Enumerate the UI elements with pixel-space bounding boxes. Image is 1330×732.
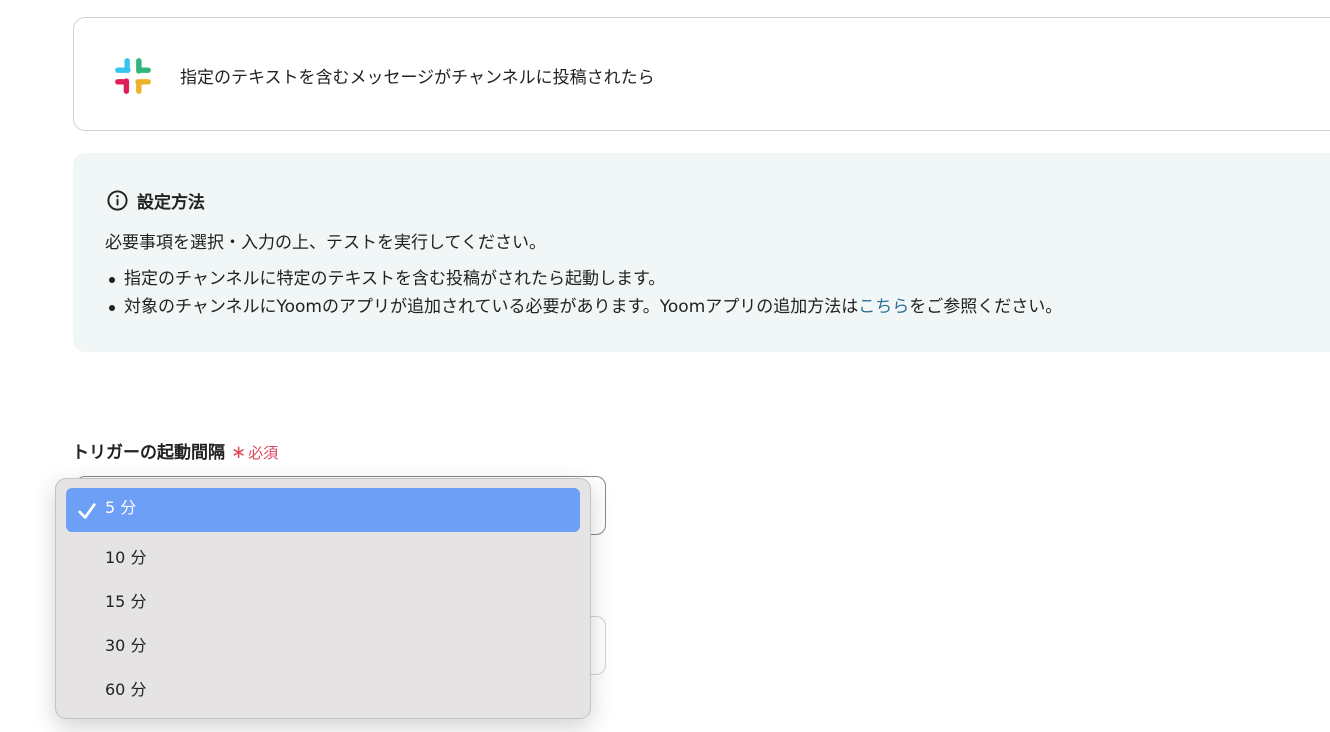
info-description: 必要事項を選択・入力の上、テストを実行してください。 [105,233,546,253]
info-bullet-text: 対象のチャンネルにYoomのアプリが追加されている必要があります。Yoomアプリ… [124,297,859,317]
info-heading: 設定方法 [106,188,205,213]
dropdown-option[interactable]: 10 分 [66,532,580,576]
info-bullet-text: をご参照ください。 [909,297,1063,317]
info-bullet: 対象のチャンネルにYoomのアプリが追加されている必要があります。Yoomアプリ… [105,293,1062,321]
dropdown-option-label: 15 分 [105,592,147,611]
checkmark-icon [78,503,96,519]
info-bullet-list: 指定のチャンネルに特定のテキストを含む投稿がされたら起動します。 対象のチャンネ… [105,265,1062,321]
trigger-card[interactable]: 指定のテキストを含むメッセージがチャンネルに投稿されたら [73,17,1330,131]
dropdown-option[interactable]: 60 分 [66,664,580,708]
setup-info-box: 設定方法 必要事項を選択・入力の上、テストを実行してください。 指定のチャンネル… [73,153,1330,352]
info-bullet: 指定のチャンネルに特定のテキストを含む投稿がされたら起動します。 [105,265,1062,293]
dropdown-option[interactable]: 15 分 [66,576,580,620]
info-heading-text: 設定方法 [137,193,205,213]
info-bullet-text: 指定のチャンネルに特定のテキストを含む投稿がされたら起動します。 [124,269,666,289]
info-icon [107,190,128,211]
trigger-interval-label: トリガーの起動間隔 ∗ 必須 [72,438,278,463]
slack-logo-icon [115,58,151,94]
interval-dropdown-menu: 5 分 10 分 15 分 30 分 60 分 [55,478,591,719]
dropdown-option-label: 30 分 [105,636,147,655]
dropdown-option[interactable]: 30 分 [66,620,580,664]
page: 指定のテキストを含むメッセージがチャンネルに投稿されたら 設定方法 必要事項を選… [0,0,1330,732]
help-link[interactable]: こちら [858,297,909,317]
required-text: 必須 [248,444,279,462]
required-asterisk-icon: ∗ [231,442,247,463]
dropdown-option-label: 5 分 [105,498,137,517]
trigger-title: 指定のテキストを含むメッセージがチャンネルに投稿されたら [180,68,655,88]
field-label-text: トリガーの起動間隔 [72,443,225,463]
dropdown-option[interactable]: 5 分 [66,488,580,532]
dropdown-option-label: 60 分 [105,680,147,699]
dropdown-option-label: 10 分 [105,548,147,567]
